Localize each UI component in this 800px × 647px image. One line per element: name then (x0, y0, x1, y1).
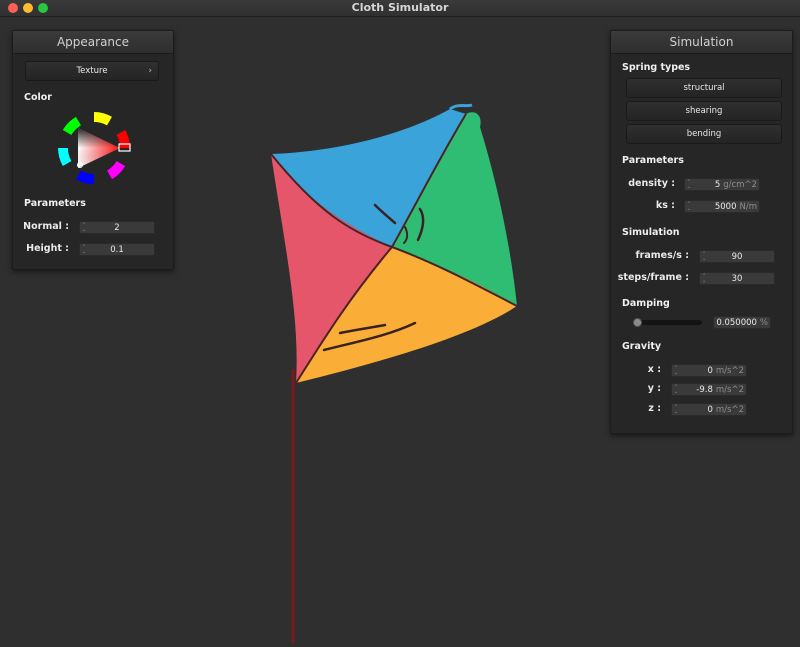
spring-types-label: Spring types (622, 62, 691, 73)
structural-spring-toggle[interactable]: structural (626, 78, 782, 98)
texture-dropdown-label: Texture (76, 66, 108, 76)
density-label: density : (628, 178, 675, 189)
damping-input[interactable]: 0.050000% (713, 316, 771, 329)
spinner-icon[interactable]: ⌃ ⌄ (687, 180, 693, 190)
simulation-panel-title[interactable]: Simulation (611, 31, 792, 54)
window-titlebar: Cloth Simulator (0, 0, 800, 17)
height-input[interactable]: ⌃ ⌄ 0.1 (79, 243, 155, 256)
appearance-parameters-label: Parameters (24, 198, 86, 209)
ks-input[interactable]: ⌃ ⌄ 5000 N/m (684, 200, 760, 213)
gravity-y-input[interactable]: ⌃ ⌄ -9.8 m/s^2 (671, 383, 747, 396)
steps-input[interactable]: ⌃ ⌄ 30 (699, 272, 775, 285)
normal-input[interactable]: ⌃ ⌄ 2 (79, 221, 155, 234)
ks-label: ks : (655, 200, 675, 211)
bending-spring-toggle[interactable]: bending (626, 124, 782, 144)
steps-label: steps/frame : (617, 272, 689, 283)
height-label: Height : (26, 243, 69, 254)
appearance-panel-title[interactable]: Appearance (13, 31, 173, 54)
gravity-z-label: z : (648, 403, 661, 414)
damping-label: Damping (622, 298, 670, 309)
shearing-spring-toggle[interactable]: shearing (626, 101, 782, 121)
sim-parameters-label: Parameters (622, 155, 684, 166)
damping-slider[interactable] (634, 320, 702, 325)
density-input[interactable]: ⌃ ⌄ 5 g/cm^2 (684, 178, 760, 191)
damping-slider-knob[interactable] (633, 318, 643, 327)
frames-input[interactable]: ⌃ ⌄ 90 (699, 250, 775, 263)
gravity-x-label: x : (647, 364, 661, 375)
simulation-panel: Simulation Spring types structural shear… (610, 30, 793, 434)
gravity-z-input[interactable]: ⌃ ⌄ 0 m/s^2 (671, 403, 747, 416)
texture-dropdown[interactable]: Texture › (25, 61, 159, 81)
spinner-icon[interactable]: ⌃ ⌄ (674, 385, 680, 395)
window-title: Cloth Simulator (351, 1, 449, 14)
appearance-panel: Appearance Texture › Color Parameters No… (12, 30, 174, 270)
spinner-icon[interactable]: ⌃ ⌄ (674, 366, 680, 376)
cloth-pin-pole (291, 369, 295, 643)
color-label: Color (24, 92, 52, 103)
chevron-right-icon: › (148, 66, 152, 76)
spinner-icon[interactable]: ⌃ ⌄ (674, 405, 680, 415)
gravity-label: Gravity (622, 341, 662, 352)
simulation-section-label: Simulation (622, 227, 680, 238)
normal-label: Normal : (23, 221, 69, 232)
spinner-icon[interactable]: ⌃ ⌄ (687, 202, 693, 212)
color-wheel[interactable] (57, 111, 131, 185)
frames-label: frames/s : (635, 250, 689, 261)
gravity-y-label: y : (647, 383, 661, 394)
gravity-x-input[interactable]: ⌃ ⌄ 0 m/s^2 (671, 364, 747, 377)
